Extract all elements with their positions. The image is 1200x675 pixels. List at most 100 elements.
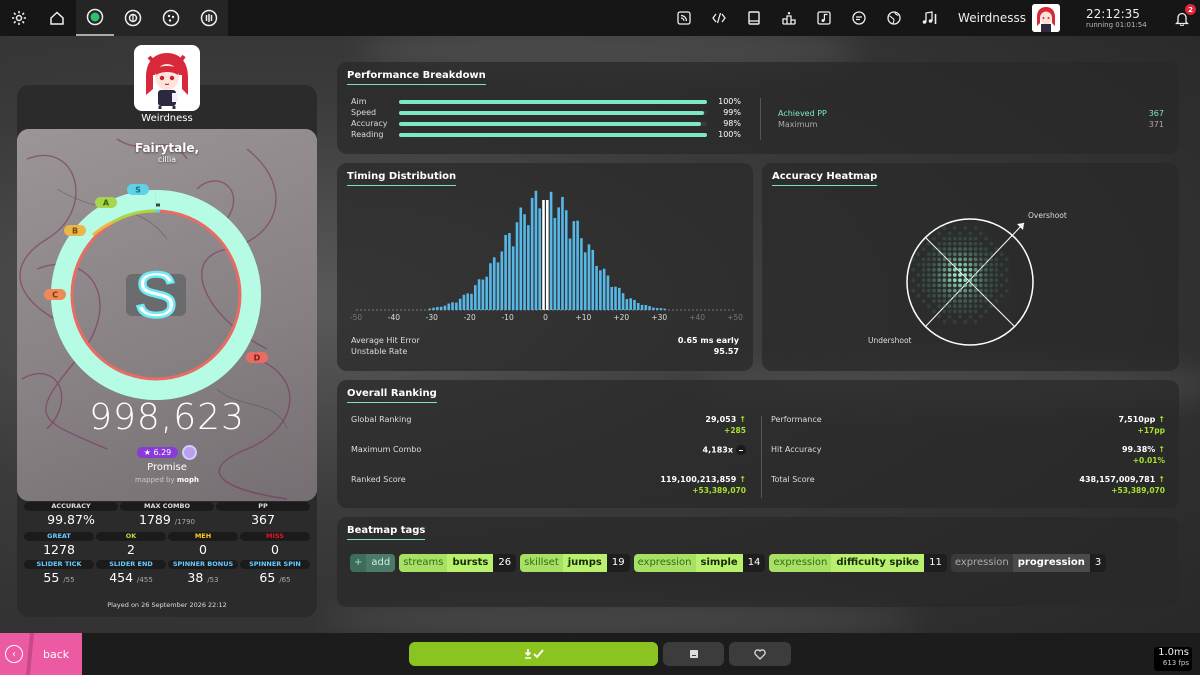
heatmap-dot	[952, 304, 957, 309]
heatmap-dot	[968, 314, 973, 319]
heatmap-dot	[984, 293, 988, 298]
heatmap-dot	[963, 278, 968, 283]
fps-counter[interactable]: 1.0ms 613 fps	[1154, 647, 1192, 671]
heatmap-dot	[989, 262, 994, 267]
heatmap-dot	[994, 267, 999, 272]
heatmap-dot	[968, 288, 973, 293]
heatmap-dot	[968, 304, 973, 309]
wiki-book-icon[interactable]	[736, 0, 771, 36]
timing-bar	[625, 299, 629, 310]
heatmap-dot	[989, 278, 994, 283]
heatmap-dot	[937, 304, 942, 309]
heatmap-dot	[942, 262, 947, 267]
heatmap-dot	[952, 241, 957, 246]
tag-category: skillset	[520, 554, 563, 572]
tag-category: streams	[399, 554, 448, 572]
notifications-bell-icon[interactable]: 2	[1164, 0, 1200, 36]
heatmap-dot	[973, 241, 978, 246]
ruleset-catch-icon[interactable]	[152, 0, 190, 36]
heatmap-dot	[947, 293, 952, 298]
heatmap-dot	[942, 247, 947, 251]
heatmap-dot	[932, 278, 936, 283]
chat-icon[interactable]	[841, 0, 876, 36]
mapper-name[interactable]: moph	[177, 476, 199, 484]
toolbar-avatar[interactable]	[1032, 4, 1060, 32]
heatmap-dot	[926, 252, 931, 257]
ruleset-mania-icon[interactable]	[190, 0, 228, 36]
dashboard-globe-icon[interactable]	[876, 0, 911, 36]
heatmap-dot	[947, 314, 952, 319]
heatmap-dot	[989, 293, 994, 298]
heatmap-dot	[978, 283, 983, 288]
music-player-icon[interactable]	[911, 0, 946, 36]
add-tag-button[interactable]: + add	[350, 554, 396, 572]
add-tag-label: add	[366, 554, 396, 572]
tag-jumps[interactable]: skillset jumps 19	[520, 554, 630, 572]
ranking-value: 438,157,009,781 ↑	[1079, 475, 1165, 484]
heatmap-dot	[963, 309, 968, 314]
heatmap-dot	[989, 241, 994, 246]
stat-max-combo: MAX COMBO 1789 /1790	[120, 502, 214, 529]
timing-bar	[553, 218, 557, 310]
stat-label: ACCURACY	[24, 502, 118, 511]
heatmap-dot	[921, 299, 926, 303]
favourite-button[interactable]	[729, 642, 791, 666]
ruleset-osu-icon[interactable]	[76, 0, 114, 36]
heatmap-dot	[958, 262, 962, 267]
stat-value: 65	[259, 570, 276, 585]
heatmap-dot	[937, 262, 942, 267]
heatmap-dot	[999, 252, 1004, 257]
download-replay-button[interactable]	[409, 642, 658, 666]
ranking-value: 119,100,213,859 ↑	[660, 475, 746, 484]
settings-icon[interactable]	[0, 0, 38, 36]
timing-tick-label: +50	[727, 313, 743, 322]
beatmap-listing-icon[interactable]	[806, 0, 841, 36]
heatmap-dot	[942, 252, 947, 257]
heatmap-dot	[911, 267, 916, 272]
heatmap-dot	[932, 273, 936, 277]
heatmap-dot	[921, 247, 926, 251]
heatmap-dot	[994, 247, 999, 251]
accuracy-heatmap: Overshoot Undershoot	[868, 211, 1067, 346]
heatmap-dot	[947, 241, 952, 246]
tag-difficulty-spike[interactable]: expression difficulty spike 11	[769, 554, 947, 572]
heatmap-dot	[932, 252, 936, 257]
tag-simple[interactable]: expression simple 14	[633, 554, 766, 572]
song-title: Fairytale,	[134, 141, 200, 155]
news-icon[interactable]	[666, 0, 701, 36]
toolbar-username[interactable]: Weirdnesss	[958, 11, 1026, 25]
performance-bar	[399, 122, 707, 126]
clock[interactable]: 22:12:35 running 01:01:54	[1086, 6, 1156, 29]
heatmap-dot	[963, 267, 968, 272]
heatmap-dot	[999, 262, 1004, 267]
timing-bar	[455, 302, 458, 310]
timing-tick-label: +40	[689, 313, 705, 322]
tag-progression[interactable]: expression progression 3	[950, 554, 1107, 572]
collection-button[interactable]	[663, 642, 724, 666]
ruleset-taiko-icon[interactable]	[114, 0, 152, 36]
code-icon[interactable]	[701, 0, 736, 36]
heatmap-dot	[942, 278, 947, 283]
tag-bursts[interactable]: streams bursts 26	[399, 554, 517, 572]
home-icon[interactable]	[38, 0, 76, 36]
rankings-icon[interactable]	[771, 0, 806, 36]
timing-bar	[568, 238, 572, 310]
clock-time: 22:12:35	[1086, 6, 1140, 21]
heatmap-dot	[926, 267, 931, 272]
mod-icon[interactable]	[182, 445, 198, 460]
back-button[interactable]: ‹ back	[0, 633, 82, 675]
played-on-date: Played on 26 September 2026 22:12	[107, 601, 227, 609]
timing-tick-label: -50	[350, 313, 362, 322]
average-hit-error-value: 0.65 ms early	[677, 336, 739, 345]
heatmap-dot	[973, 299, 978, 303]
heatmap-dot	[973, 226, 978, 231]
player-avatar[interactable]	[134, 45, 200, 111]
heatmap-dot	[994, 299, 999, 303]
difficulty-name: Promise	[147, 462, 187, 473]
timing-bar	[534, 190, 538, 310]
timing-bar	[602, 268, 606, 310]
heatmap-dot	[937, 288, 942, 293]
heatmap-dot	[963, 273, 968, 277]
heatmap-dot	[921, 262, 926, 267]
timing-tick-label: -20	[464, 313, 476, 322]
